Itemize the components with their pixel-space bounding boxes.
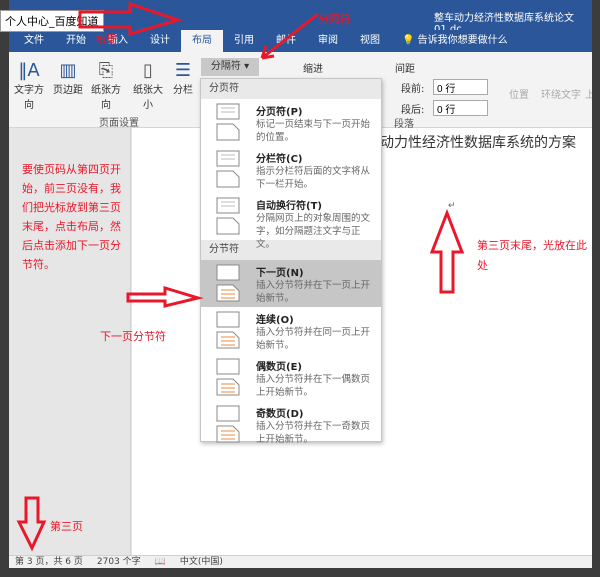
annotation-next-page-break: 下一页分节符 (100, 330, 166, 343)
annotation-cursor-here: 第三页末尾，光放在此处 (477, 239, 587, 272)
annotation-arrows (16, 1, 465, 552)
annotation-separator: 分隔符 (318, 13, 351, 26)
arrow-right-icon (126, 285, 204, 308)
arrow-down-icon (16, 496, 47, 552)
annotation-instructions: 要使页码从第四页开始，前三页没有，我们把光标放到第三页末尾，点击布局，然后点击添… (22, 163, 121, 271)
arrow-diagonal-icon (260, 12, 319, 60)
arrow-up-icon (429, 208, 465, 294)
annotation-layout: 布局 (95, 33, 117, 46)
annotation-page3: 第三页 (50, 520, 83, 533)
arrow-right-icon (78, 1, 184, 36)
